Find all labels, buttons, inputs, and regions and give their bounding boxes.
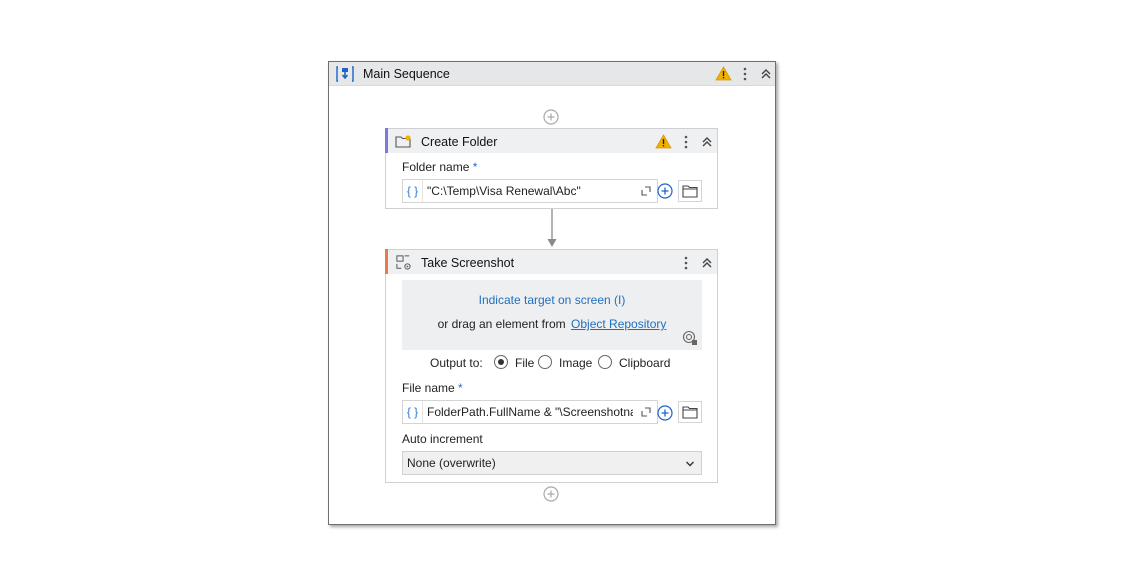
- expression-brace-icon: { }: [403, 401, 423, 423]
- auto-increment-dropdown[interactable]: None (overwrite): [402, 451, 702, 475]
- browse-file-button[interactable]: [678, 401, 702, 423]
- file-name-value[interactable]: FolderPath.FullName & "\Screenshotname: [427, 405, 633, 419]
- target-options-icon[interactable]: [682, 330, 698, 346]
- drag-text: or drag an element from: [437, 317, 566, 331]
- sequence-icon: [336, 66, 354, 82]
- add-activity-icon[interactable]: [543, 486, 559, 502]
- output-clipboard-radio[interactable]: [598, 355, 612, 369]
- output-to-group: Output to: File Image Clipboard: [402, 355, 702, 373]
- collapse-icon[interactable]: [760, 68, 772, 80]
- file-name-label-text: File name: [402, 381, 455, 395]
- expression-brace-icon: { }: [403, 180, 423, 202]
- auto-increment-label: Auto increment: [402, 432, 483, 446]
- folder-add-icon: [395, 135, 411, 148]
- activity-accent-bar: [385, 249, 388, 274]
- main-sequence-container[interactable]: Main Sequence Create Folder Folder name …: [328, 61, 776, 525]
- folder-name-label-text: Folder name: [402, 160, 470, 174]
- activity-accent-bar: [385, 128, 388, 153]
- drag-element-text: or drag an element from Object Repositor…: [402, 317, 702, 331]
- object-repository-link[interactable]: Object Repository: [571, 317, 666, 331]
- file-name-label: File name *: [402, 381, 463, 395]
- flow-connector-arrow: [547, 209, 557, 247]
- chevron-down-icon: [686, 461, 694, 467]
- expand-editor-icon[interactable]: [641, 186, 651, 196]
- collapse-icon[interactable]: [701, 136, 713, 148]
- create-folder-activity[interactable]: Create Folder Folder name * { } "C:\Temp…: [385, 128, 718, 209]
- collapse-icon[interactable]: [701, 257, 713, 269]
- create-folder-header[interactable]: Create Folder: [385, 128, 717, 153]
- take-screenshot-header[interactable]: Take Screenshot: [385, 249, 717, 274]
- expand-editor-icon[interactable]: [641, 407, 651, 417]
- folder-name-label: Folder name *: [402, 160, 477, 174]
- output-file-label[interactable]: File: [515, 356, 534, 370]
- folder-name-input[interactable]: { } "C:\Temp\Visa Renewal\Abc": [402, 179, 658, 203]
- plus-icon[interactable]: [657, 405, 673, 421]
- required-mark: *: [458, 381, 463, 395]
- browse-folder-button[interactable]: [678, 180, 702, 202]
- target-indicator-area[interactable]: Indicate target on screen (I) or drag an…: [402, 280, 702, 350]
- auto-increment-value: None (overwrite): [407, 456, 496, 470]
- screenshot-icon: [396, 255, 411, 270]
- main-sequence-title: Main Sequence: [363, 67, 450, 81]
- output-image-label[interactable]: Image: [559, 356, 592, 370]
- take-screenshot-title: Take Screenshot: [421, 256, 515, 270]
- required-mark: *: [472, 160, 478, 174]
- more-options-icon[interactable]: [681, 134, 691, 150]
- folder-name-value[interactable]: "C:\Temp\Visa Renewal\Abc": [427, 184, 633, 198]
- main-sequence-header[interactable]: Main Sequence: [329, 62, 775, 86]
- output-file-radio[interactable]: [494, 355, 508, 369]
- take-screenshot-activity[interactable]: Take Screenshot Indicate target on scree…: [385, 249, 718, 483]
- file-name-input[interactable]: { } FolderPath.FullName & "\Screenshotna…: [402, 400, 658, 424]
- folder-icon: [682, 185, 698, 198]
- indicate-target-link[interactable]: Indicate target on screen (I): [402, 293, 702, 307]
- more-options-icon[interactable]: [740, 66, 750, 82]
- add-activity-icon[interactable]: [543, 109, 559, 125]
- create-folder-title: Create Folder: [421, 135, 498, 149]
- output-clipboard-label[interactable]: Clipboard: [619, 356, 670, 370]
- warning-icon[interactable]: [655, 134, 672, 149]
- more-options-icon[interactable]: [681, 255, 691, 271]
- plus-icon[interactable]: [657, 183, 673, 199]
- output-to-label: Output to:: [430, 356, 483, 370]
- output-image-radio[interactable]: [538, 355, 552, 369]
- warning-icon[interactable]: [715, 66, 732, 81]
- folder-icon: [682, 406, 698, 419]
